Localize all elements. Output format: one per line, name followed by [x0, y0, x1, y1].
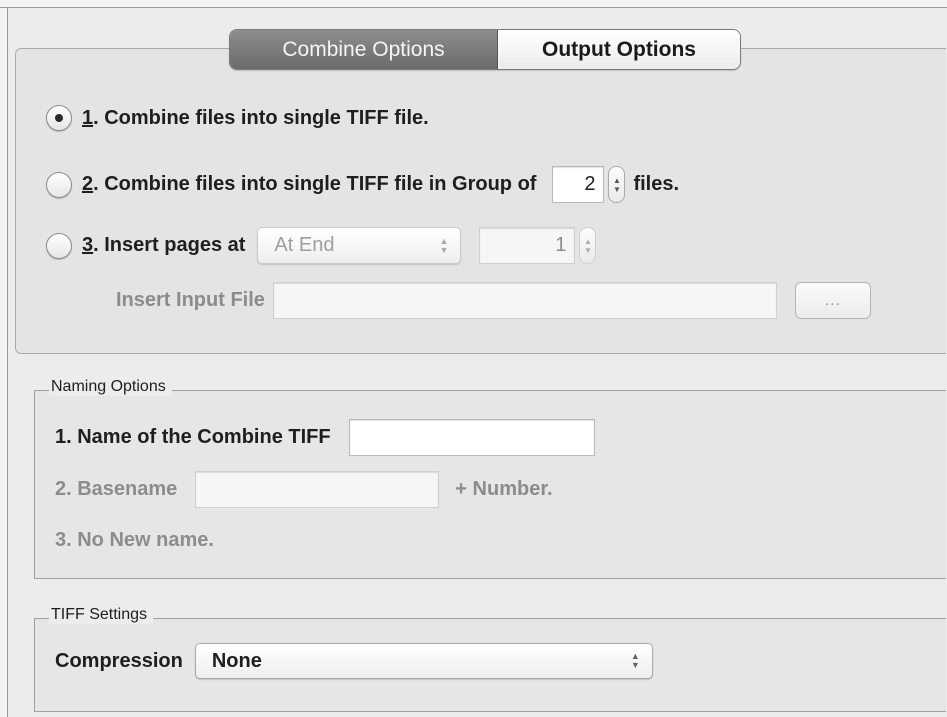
stepper-up-icon: ▲ — [583, 236, 592, 246]
naming-option-1: 1. Name of the Combine TIFF — [55, 419, 595, 456]
naming-option-2: 2. Basename + Number. — [55, 471, 553, 508]
radio-selected-dot — [55, 114, 63, 122]
combine-option-3[interactable]: 3 . Insert pages at At End ▲ ▼ 1 ▲ ▼ — [46, 227, 597, 264]
combine-option-2[interactable]: 2 . Combine files into single TIFF file … — [46, 166, 679, 203]
insert-input-field[interactable] — [272, 282, 777, 319]
insert-position-popup[interactable]: At End ▲ ▼ — [257, 227, 462, 264]
tab-output-options[interactable]: Output Options — [498, 30, 740, 69]
stepper-down-icon: ▼ — [613, 184, 621, 194]
radio-option-1[interactable] — [46, 105, 72, 131]
option-2-suffix: files. — [633, 173, 680, 195]
naming-options-title: Naming Options — [49, 378, 172, 396]
option-2-number: 2 — [82, 173, 94, 195]
combine-option-1[interactable]: 1 . Combine files into single TIFF file. — [46, 105, 429, 131]
compression-label: Compression — [55, 649, 183, 672]
popup-arrows-icon: ▲ ▼ — [439, 235, 449, 255]
group-size-field[interactable]: 2 — [552, 166, 605, 203]
group-size-stepper[interactable]: ▲ ▼ — [608, 166, 626, 203]
naming-option-3: 3. No New name. — [55, 529, 214, 552]
radio-option-3[interactable] — [46, 232, 72, 259]
tiff-settings-box: TIFF Settings Compression None ▲ ▼ — [34, 606, 946, 712]
window-left-border — [0, 8, 8, 717]
basename-suffix: + Number. — [455, 478, 553, 500]
option-3-label: . Insert pages at — [93, 234, 246, 256]
window-top-border — [0, 0, 947, 8]
tab-bar: Combine Options Output Options — [229, 29, 741, 70]
popup-arrows-icon: ▲ ▼ — [630, 651, 640, 670]
stepper-down-icon: ▼ — [583, 245, 592, 255]
compression-popup[interactable]: None ▲ ▼ — [194, 643, 653, 679]
option-1-label: . Combine files into single TIFF file. — [93, 106, 429, 129]
insert-position-value: At End — [274, 234, 335, 256]
combine-options-panel: 1 . Combine files into single TIFF file.… — [15, 48, 946, 354]
tab-combine-options[interactable]: Combine Options — [230, 30, 498, 69]
naming-options-box: Naming Options 1. Name of the Combine TI… — [34, 378, 946, 579]
naming-option-3-label: 3. No New name. — [55, 529, 214, 551]
combine-tiff-name-field[interactable] — [348, 419, 595, 456]
option-2-label: . Combine files into single TIFF file in… — [93, 173, 537, 195]
naming-option-1-label: 1. Name of the Combine TIFF — [55, 426, 331, 448]
compression-row: Compression None ▲ ▼ — [55, 643, 653, 679]
naming-option-2-label: 2. Basename — [55, 478, 178, 500]
option-3-number: 3 — [82, 234, 94, 256]
stepper-up-icon: ▲ — [613, 175, 621, 185]
insert-input-label: Insert Input File — [116, 289, 265, 311]
browse-button[interactable]: ... — [794, 282, 871, 319]
compression-value: None — [211, 649, 262, 672]
radio-option-2[interactable] — [46, 171, 72, 198]
basename-field[interactable] — [195, 471, 440, 508]
insert-page-field[interactable]: 1 — [479, 227, 576, 264]
tiff-settings-title: TIFF Settings — [49, 606, 154, 624]
insert-page-stepper[interactable]: ▲ ▼ — [579, 227, 597, 264]
option-1-number: 1 — [82, 106, 94, 129]
insert-input-row: Insert Input File ... — [116, 282, 871, 319]
